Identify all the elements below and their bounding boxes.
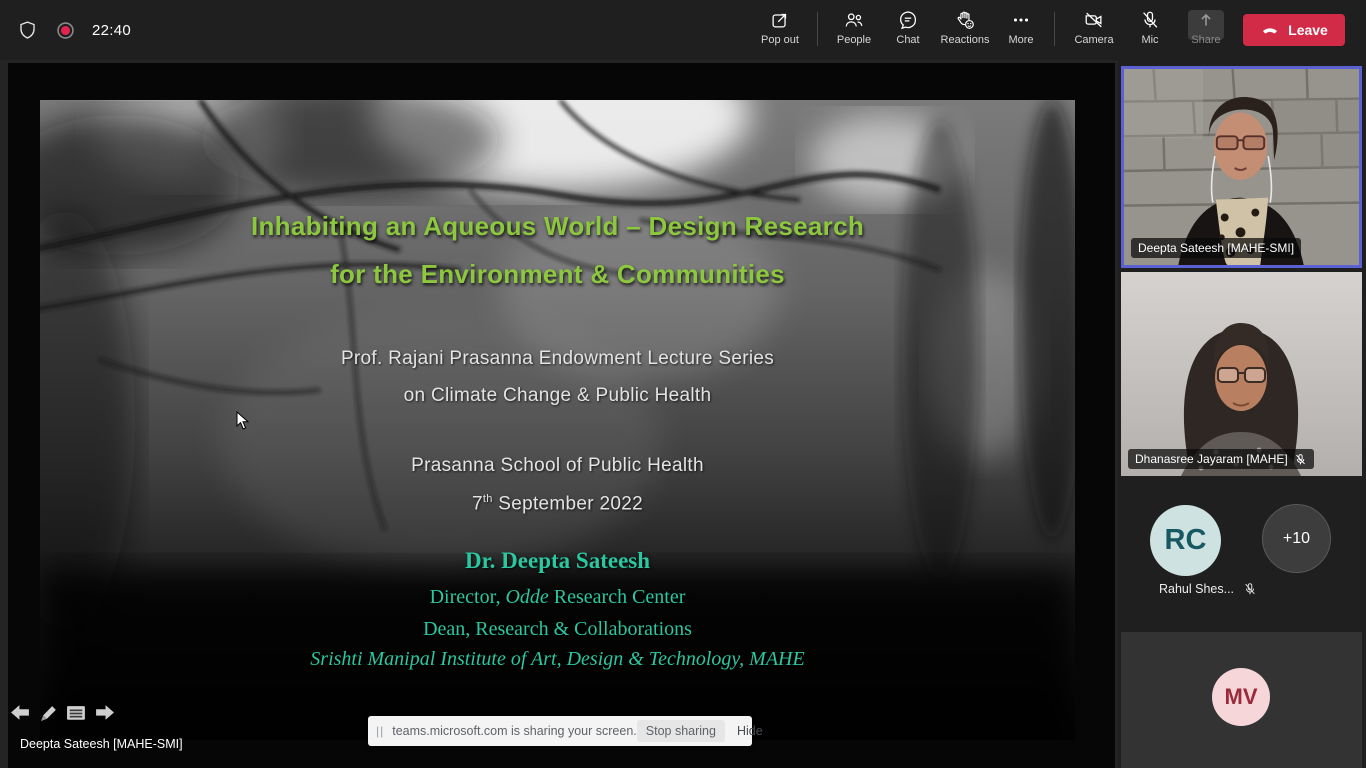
video-feed-dhanasree xyxy=(1121,272,1362,476)
video-feed-deepta xyxy=(1124,69,1359,265)
forest-photo-background xyxy=(40,100,1075,740)
toolbar-divider xyxy=(1054,12,1055,46)
chat-label: Chat xyxy=(896,34,919,46)
pop-out-button[interactable]: Pop out xyxy=(752,6,808,56)
more-button[interactable]: More xyxy=(996,6,1046,56)
presentation-slide: Inhabiting an Aqueous World – Design Res… xyxy=(40,100,1075,740)
reactions-icon xyxy=(954,9,976,31)
more-icon xyxy=(1010,9,1032,31)
slide-speaker-role1: Director, Odde Research Center xyxy=(40,586,1075,609)
reactions-button[interactable]: Reactions xyxy=(934,6,996,56)
role1-emphasis: Odde xyxy=(505,586,548,608)
share-screen-icon xyxy=(1195,9,1217,31)
participant-avatar-mv: MV xyxy=(1212,668,1270,726)
camera-label: Camera xyxy=(1074,34,1113,46)
slide-speaker-affiliation: Srishti Manipal Institute of Art, Design… xyxy=(40,648,1075,671)
previous-slide-button[interactable] xyxy=(10,703,31,724)
participant-name-pill: Deepta Sateesh [MAHE-SMI] xyxy=(1131,238,1301,258)
video-tile-dhanasree[interactable]: Dhanasree Jayaram [MAHE] xyxy=(1121,272,1362,476)
presenter-name-label: Deepta Sateesh [MAHE-SMI] xyxy=(20,737,183,751)
slide-title-line1: Inhabiting an Aqueous World – Design Res… xyxy=(40,211,1075,242)
date-rest: September 2022 xyxy=(493,493,643,514)
recording-indicator-icon xyxy=(55,20,76,41)
overflow-participants-badge[interactable]: +10 xyxy=(1262,504,1331,573)
pen-tool-button[interactable] xyxy=(38,703,59,724)
avatar-initials: RC xyxy=(1165,524,1207,557)
slide-overview-button[interactable] xyxy=(66,703,87,724)
pop-out-icon xyxy=(769,9,791,31)
meeting-timer: 22:40 xyxy=(92,22,131,39)
slide-series-line1: Prof. Rajani Prasanna Endowment Lecture … xyxy=(40,348,1075,370)
participant-name: Deepta Sateesh [MAHE-SMI] xyxy=(1138,241,1294,255)
mouse-cursor xyxy=(236,411,250,431)
people-button[interactable]: People xyxy=(826,6,882,56)
video-tile-deepta[interactable]: Deepta Sateesh [MAHE-SMI] xyxy=(1121,66,1362,268)
browser-share-bar: || teams.microsoft.com is sharing your s… xyxy=(368,716,752,746)
slide-speaker-name: Dr. Deepta Sateesh xyxy=(40,548,1075,574)
meeting-toolbar: 22:40 Pop out People Chat xyxy=(0,0,1366,60)
participant-name: Dhanasree Jayaram [MAHE] xyxy=(1135,452,1288,466)
mic-off-icon xyxy=(1139,9,1161,31)
slide-school-line: Prasanna School of Public Health xyxy=(40,455,1075,477)
chat-icon xyxy=(897,9,919,31)
share-label: Share xyxy=(1191,34,1220,46)
people-label: People xyxy=(837,34,871,46)
leave-label: Leave xyxy=(1288,22,1328,38)
participant-label-row: Rahul Shes... xyxy=(1128,582,1288,596)
shield-icon[interactable] xyxy=(16,19,39,42)
pop-out-label: Pop out xyxy=(761,34,799,46)
date-day: 7 xyxy=(472,493,483,514)
participant-name: Rahul Shes... xyxy=(1159,582,1234,596)
mic-label: Mic xyxy=(1141,34,1158,46)
next-slide-button[interactable] xyxy=(94,703,115,724)
share-button[interactable]: Share xyxy=(1180,6,1232,56)
meeting-status-group: 22:40 xyxy=(16,0,131,60)
overflow-count: +10 xyxy=(1283,530,1310,548)
role1-suffix: Research Center xyxy=(549,586,686,608)
slide-speaker-role2: Dean, Research & Collaborations xyxy=(40,618,1075,641)
participant-avatar-rc[interactable]: RC xyxy=(1150,505,1221,576)
slide-title-line2: for the Environment & Communities xyxy=(40,259,1075,290)
participants-sidebar: Deepta Sateesh [MAHE-SMI] xyxy=(1118,60,1366,768)
slide-series-line2: on Climate Change & Public Health xyxy=(40,385,1075,407)
camera-button[interactable]: Camera xyxy=(1066,6,1122,56)
muted-mic-icon xyxy=(1243,582,1257,596)
people-icon xyxy=(843,9,865,31)
hang-up-icon xyxy=(1260,20,1280,40)
reactions-label: Reactions xyxy=(941,34,990,46)
role1-prefix: Director, xyxy=(430,586,506,608)
leave-button[interactable]: Leave xyxy=(1243,14,1345,46)
drag-handle[interactable]: || xyxy=(376,724,384,738)
video-tile-mv[interactable]: MV xyxy=(1121,632,1362,768)
shared-screen-stage: Inhabiting an Aqueous World – Design Res… xyxy=(8,63,1115,768)
mic-button[interactable]: Mic xyxy=(1126,6,1174,56)
more-label: More xyxy=(1008,34,1033,46)
chat-button[interactable]: Chat xyxy=(884,6,932,56)
toolbar-divider xyxy=(817,12,818,46)
share-message: teams.microsoft.com is sharing your scre… xyxy=(392,724,637,738)
avatar-initials: MV xyxy=(1225,684,1258,710)
date-ordinal: th xyxy=(483,493,493,505)
camera-off-icon xyxy=(1083,9,1105,31)
stop-sharing-button[interactable]: Stop sharing xyxy=(637,720,725,742)
slide-date-line: 7th September 2022 xyxy=(40,493,1075,515)
muted-mic-icon xyxy=(1294,453,1307,466)
participant-name-pill: Dhanasree Jayaram [MAHE] xyxy=(1128,449,1314,469)
hide-share-bar-button[interactable]: Hide xyxy=(731,720,769,742)
slideshow-controls xyxy=(10,703,115,724)
